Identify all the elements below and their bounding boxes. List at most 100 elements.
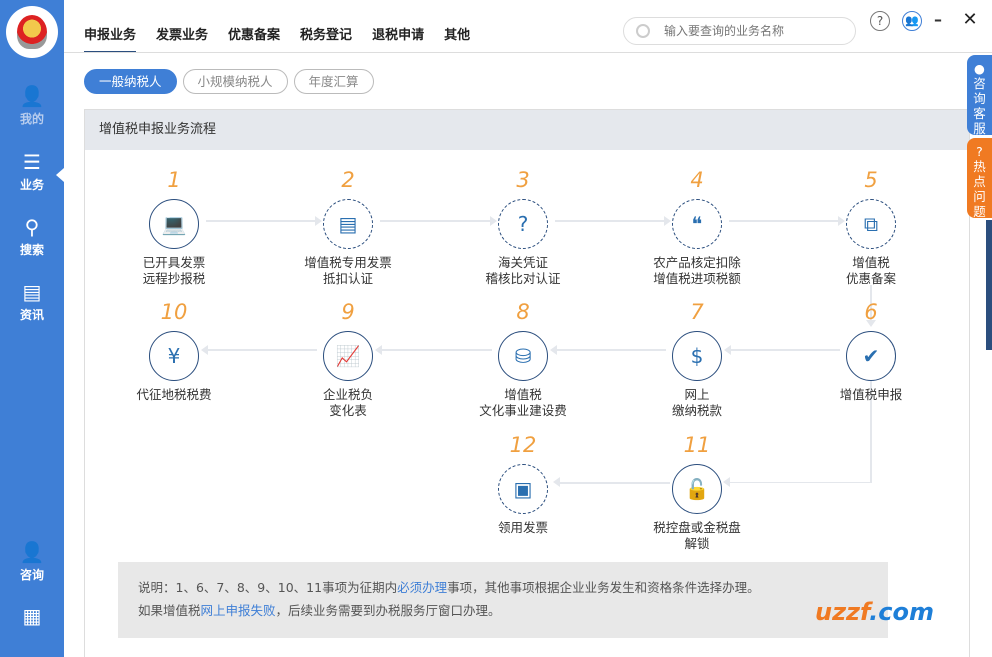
tab-declaration[interactable]: 申报业务 [84,24,137,53]
sidebar-item-news[interactable]: ▤ 资讯 [0,280,64,323]
pill-general-taxpayer[interactable]: 一般纳税人 [84,69,177,94]
document-icon: ▤ [338,212,358,236]
currency-coins-icon: ¥ [167,344,181,368]
step-label: 企业税负 [322,387,373,402]
flow-step-12[interactable]: 12 ▣ 领用发票 [453,432,593,536]
step-label: 远程抄报税 [142,271,206,286]
laptop-icon: 💻 [161,212,187,236]
pill-small-taxpayer[interactable]: 小规模纳税人 [182,69,288,94]
step-button[interactable]: ▣ [498,464,548,514]
minimize-button[interactable]: – [928,11,948,31]
step-button[interactable]: ⛁ [498,331,548,381]
search-box[interactable] [623,17,856,45]
panel-title: 增值税申报业务流程 [85,110,969,150]
news-icon: ▤ [22,280,42,304]
question-icon: ? [976,144,983,159]
sidebar-item-mine[interactable]: 👤 我的 [0,84,64,127]
tab-other[interactable]: 其他 [444,24,470,53]
flow-step-11[interactable]: 11 🔓 税控盘或金税盘 解锁 [627,432,767,552]
flow-step-10[interactable]: 10 ¥ 代征地税税费 [104,299,244,403]
tab-invoice[interactable]: 发票业务 [156,24,208,53]
user-icon: ● [974,61,985,76]
flow-step-7[interactable]: 7 $ 网上 缴纳税款 [627,299,767,419]
step-button[interactable]: ✔ [846,331,896,381]
step-label: 缴纳税款 [671,403,722,418]
flow-step-9[interactable]: 9 📈 企业税负 变化表 [278,299,418,419]
dollar-bars-icon: $ [690,344,704,368]
search-input[interactable] [664,24,844,38]
step-number: 4 [690,168,704,192]
search-icon: ⚲ [24,215,40,239]
step-number: 7 [690,300,704,324]
step-button[interactable]: ❝ [672,199,722,249]
step-number: 1 [167,168,181,192]
user-group-icon: 👥 [905,14,919,27]
step-button[interactable]: 📈 [323,331,373,381]
help-button[interactable]: ? [870,11,890,31]
step-number: 11 [683,433,711,457]
step-number: 10 [160,300,188,324]
step-label: 解锁 [684,536,710,551]
broadcast-user-icon: 👤 [19,84,45,108]
step-button[interactable]: ▤ [323,199,373,249]
flow-step-5[interactable]: 5 ⧉ 增值税 优惠备案 [801,167,941,287]
step-button[interactable]: $ [672,331,722,381]
flow-step-8[interactable]: 8 ⛁ 增值税 文化事业建设费 [453,299,593,419]
must-handle-link[interactable]: 必须办理 [397,580,447,595]
main-tabs: 申报业务 发票业务 优惠备案 税务登记 退税申请 其他 [84,24,470,53]
step-label: 文化事业建设费 [479,403,567,418]
step-button[interactable]: 🔓 [672,464,722,514]
step-label: 稽核比对认证 [485,271,561,286]
step-button[interactable]: ¥ [149,331,199,381]
tax-emblem-logo [6,6,58,58]
step-label: 优惠备案 [845,271,896,286]
step-button[interactable]: 💻 [149,199,199,249]
consult-label: 咨询客服 [973,76,986,136]
user-group-button[interactable]: 👥 [902,11,922,31]
calendar-icon: ▦ [22,604,42,628]
tab-registration[interactable]: 税务登记 [300,24,352,53]
declaration-failed-link[interactable]: 网上申报失败 [201,603,276,618]
pill-annual-settlement[interactable]: 年度汇算 [293,69,374,94]
step-number: 3 [516,168,530,192]
sidebar-item-search[interactable]: ⚲ 搜索 [0,215,64,258]
step-label: 代征地税税费 [136,387,212,402]
consult-service-tab[interactable]: ● 咨询客服 [967,55,992,136]
sidebar-item-business[interactable]: ☰ 业务 [0,150,64,193]
step-number: 2 [341,168,355,192]
note-text: 如果增值税 [138,603,201,618]
hot-label: 热点问题 [973,159,986,219]
tab-refund[interactable]: 退税申请 [372,24,424,53]
sidebar-item-calendar[interactable]: ▦ [0,604,64,630]
step-label: 增值税 [504,387,542,402]
checkmark-icon: ✔ [862,344,880,368]
step-label: 农产品核定扣除 [653,255,741,270]
step-label: 增值税进项税额 [653,271,741,286]
step-number: 9 [341,300,355,324]
search-icon [636,24,650,38]
close-button[interactable]: ✕ [960,11,980,31]
flow-step-6[interactable]: 6 ✔ 增值税申报 [801,299,941,403]
sidebar-item-consult[interactable]: 👤 咨询 [0,540,64,583]
step-label: 抵扣认证 [322,271,373,286]
step-button[interactable]: ? [498,199,548,249]
step-number: 8 [516,300,530,324]
step-label: 增值税 [852,255,890,270]
flow-step-2[interactable]: 2 ▤ 增值税专用发票 抵扣认证 [278,167,418,287]
step-label: 增值税申报 [839,387,903,402]
coins-icon: ⛁ [514,344,532,368]
tab-preferential[interactable]: 优惠备案 [228,24,280,53]
taxpayer-type-tabs: 一般纳税人 小规模纳税人 年度汇算 [84,69,374,94]
flow-step-3[interactable]: 3 ? 海关凭证 稽核比对认证 [453,167,593,287]
step-label: 已开具发票 [142,255,206,270]
flow-step-4[interactable]: 4 ❝ 农产品核定扣除 增值税进项税额 [627,167,767,287]
step-label: 海关凭证 [497,255,548,270]
monitor-icon: ▣ [513,477,533,501]
step-number: 6 [864,300,878,324]
flow-step-1[interactable]: 1 💻 已开具发票 远程抄报税 [104,167,244,287]
growth-chart-icon: 📈 [335,344,361,368]
step-button[interactable]: ⧉ [846,199,896,249]
hot-questions-tab[interactable]: ? 热点问题 [967,138,992,219]
scrollbar[interactable] [986,220,992,350]
step-number: 12 [509,433,537,457]
